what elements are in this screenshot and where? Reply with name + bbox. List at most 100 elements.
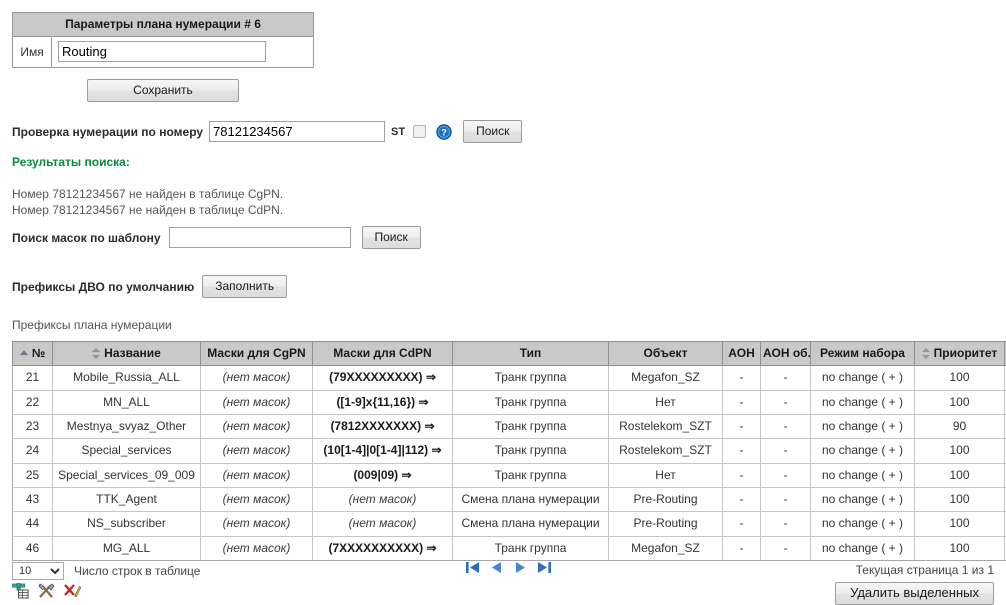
cell-cgpn: (нет масок) <box>200 511 313 537</box>
help-circle-icon[interactable]: ? <box>436 123 452 140</box>
cell-name: TTK_Agent <box>52 487 201 513</box>
cell-aon: - <box>722 438 761 464</box>
number-check-input[interactable] <box>209 121 386 142</box>
cell-cdpn-value: (нет масок) <box>348 492 417 507</box>
search-number-button[interactable]: Поиск <box>463 120 523 143</box>
column-header-object[interactable]: Объект <box>608 340 723 367</box>
cell-aon: - <box>722 365 761 391</box>
cell-cgpn: (нет масок) <box>200 365 313 391</box>
prev-page-icon[interactable] <box>489 560 504 575</box>
cell-priority: 90 <box>914 414 1005 440</box>
fill-button[interactable]: Заполнить <box>202 275 288 298</box>
column-header-num[interactable]: № <box>12 340 53 367</box>
rows-per-page-label: Число строк в таблице <box>74 564 201 578</box>
column-header-mode[interactable]: Режим набора <box>810 340 915 367</box>
footer-left: 102550100 Число строк в таблице <box>12 562 200 580</box>
search-mask-button[interactable]: Поиск <box>361 226 421 249</box>
next-page-icon[interactable] <box>513 560 528 575</box>
clear-icon[interactable] <box>64 583 82 599</box>
action-icons <box>11 582 82 599</box>
cell-aon-ob: - <box>760 536 811 561</box>
cell-aon-ob: - <box>760 463 811 488</box>
cell-name: NS_subscriber <box>52 511 201 537</box>
search-result-line: Номер 78121234567 не найден в таблице Cg… <box>12 187 284 201</box>
cell-aon: - <box>722 536 761 561</box>
table-row[interactable]: 24 Special_services (нет масок) (10[1-4]|0[… <box>12 438 1006 464</box>
cell-num: 22 <box>12 390 53 415</box>
sort-both-icon <box>92 348 101 360</box>
column-header-aon[interactable]: АОН <box>722 340 761 367</box>
table-body: 21 Mobile_Russia_ALL (нет масок) (79XXXXXXX… <box>12 365 1006 561</box>
cell-cgpn-value: (нет масок) <box>222 394 291 409</box>
cell-type: Транк группа <box>452 390 609 415</box>
cell-cdpn: (79XXXXXXXXX) ⇒ <box>312 365 453 391</box>
cell-num: 23 <box>12 414 53 440</box>
table-row[interactable]: 43 TTK_Agent (нет масок) (нет масок) Смена п… <box>12 487 1006 513</box>
table-row[interactable]: 25 Special_services_09_009 (нет масок) (009… <box>12 463 1006 488</box>
cell-cdpn: (10[1-4]|0[1-4]|112) ⇒ <box>312 438 453 464</box>
cell-mode: no change ( + ) <box>810 414 915 440</box>
cell-aon-ob: - <box>760 511 811 537</box>
cell-aon: - <box>722 414 761 440</box>
cell-name: Special_services_09_009 <box>52 463 201 488</box>
mask-search-input[interactable] <box>168 227 351 248</box>
cell-mode: no change ( + ) <box>810 536 915 561</box>
cell-cdpn: ([1-9]x{11,16}) ⇒ <box>312 390 453 415</box>
cell-aon: - <box>722 511 761 537</box>
cell-cgpn: (нет масок) <box>200 463 313 488</box>
table-row[interactable]: 22 MN_ALL (нет масок) ([1-9]x{11,16}) ⇒ Тран… <box>12 390 1006 415</box>
table-row[interactable]: 21 Mobile_Russia_ALL (нет масок) (79XXXXXXX… <box>12 365 1006 391</box>
table-row[interactable]: 23 Mestnya_svyaz_Other (нет масок) (7812XXX… <box>12 414 1006 440</box>
cell-aon-ob: - <box>760 390 811 415</box>
st-checkbox[interactable] <box>413 125 427 138</box>
table-row[interactable]: 46 MG_ALL (нет масок) (7XXXXXXXXXX) ⇒ Транк … <box>12 536 1006 561</box>
cell-type: Транк группа <box>452 536 609 561</box>
cell-aon-ob: - <box>760 438 811 464</box>
search-result-line: Номер 78121234567 не найден в таблице Cd… <box>12 203 284 217</box>
last-page-icon[interactable] <box>537 560 552 575</box>
cell-name: MN_ALL <box>52 390 201 415</box>
cell-name: Special_services <box>52 438 201 464</box>
cell-mode: no change ( + ) <box>810 511 915 537</box>
pagination-controls <box>465 560 552 575</box>
cell-cdpn: (009|09) ⇒ <box>312 463 453 488</box>
cell-object: Megafon_SZ <box>608 536 723 561</box>
cell-object: Rostelekom_SZT <box>608 414 723 440</box>
cell-num: 25 <box>12 463 53 488</box>
cell-cdpn-value: (нет масок) <box>348 516 417 531</box>
cell-aon-ob: - <box>760 414 811 440</box>
cell-mode: no change ( + ) <box>810 438 915 464</box>
add-row-icon[interactable] <box>11 582 29 599</box>
cell-cdpn: (нет масок) <box>312 487 453 513</box>
name-label: Имя <box>13 37 52 67</box>
tools-icon[interactable] <box>38 583 55 599</box>
first-page-icon[interactable] <box>465 560 480 575</box>
cell-type: Транк группа <box>452 463 609 488</box>
cell-mode: no change ( + ) <box>810 487 915 513</box>
rows-per-page-select[interactable]: 102550100 <box>12 562 64 580</box>
column-header-cdpn[interactable]: Маски для CdPN <box>312 340 453 367</box>
cell-priority: 100 <box>914 511 1005 537</box>
table-row[interactable]: 44 NS_subscriber (нет масок) (нет масок) Сме… <box>12 511 1006 537</box>
cell-num: 46 <box>12 536 53 561</box>
mask-search-row: Поиск масок по шаблону Поиск <box>12 226 421 249</box>
cell-object: Pre-Routing <box>608 511 723 537</box>
plan-name-input[interactable] <box>58 41 266 62</box>
column-header-type[interactable]: Тип <box>452 340 609 367</box>
cell-num: 43 <box>12 487 53 513</box>
column-header-cgpn[interactable]: Маски для CgPN <box>200 340 313 367</box>
cell-cdpn-value: (10[1-4]|0[1-4]|112) ⇒ <box>323 443 442 458</box>
cell-mode: no change ( + ) <box>810 365 915 391</box>
column-header-priority[interactable]: Приоритет <box>914 340 1005 367</box>
cell-cdpn-value: (009|09) ⇒ <box>353 467 412 482</box>
cell-object: Нет <box>608 390 723 415</box>
cell-cgpn-value: (нет масок) <box>222 467 291 482</box>
column-header-aon-ob[interactable]: АОН об. <box>760 340 811 367</box>
column-header-name[interactable]: Название <box>52 340 201 367</box>
cell-cdpn-value: (7812XXXXXXX) ⇒ <box>330 419 435 434</box>
name-field-wrap <box>52 37 313 67</box>
cell-type: Смена плана нумерации <box>452 511 609 537</box>
delete-selected-button[interactable]: Удалить выделенных <box>835 582 994 605</box>
save-button[interactable]: Сохранить <box>87 79 239 102</box>
cell-object: Pre-Routing <box>608 487 723 513</box>
